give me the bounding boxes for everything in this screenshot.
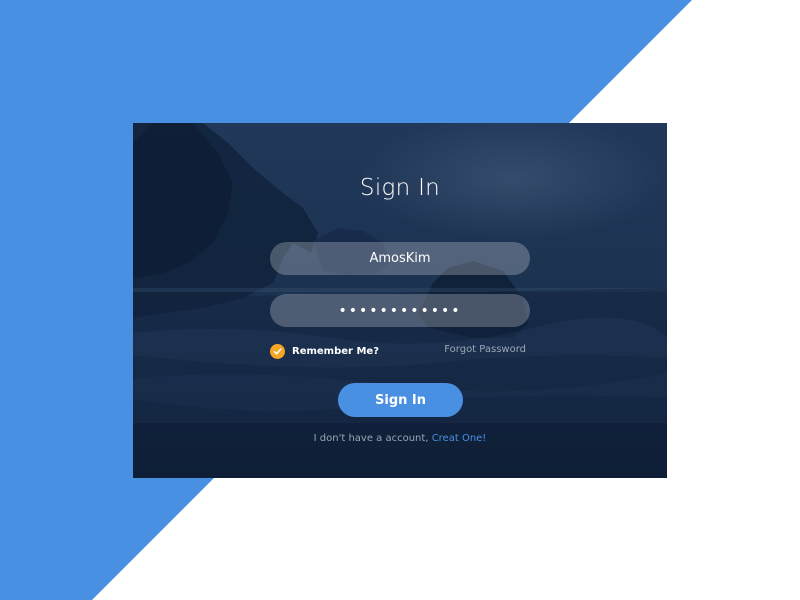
- checkmark-icon: [270, 343, 285, 359]
- username-field[interactable]: [270, 242, 530, 275]
- page-title: Sign In: [359, 175, 441, 201]
- signup-prompt: I don't have a account, Creat One!: [133, 433, 667, 444]
- remember-me-label: Remember Me?: [292, 345, 379, 357]
- forgot-password-link[interactable]: Forgot Password: [444, 344, 526, 355]
- signup-prompt-text: I don't have a account,: [313, 433, 429, 444]
- create-account-link[interactable]: Creat One!: [432, 433, 487, 444]
- login-card: Sign In Remember Me? Forgot Password Sig…: [133, 123, 667, 478]
- page-background: Sign In Remember Me? Forgot Password Sig…: [0, 0, 800, 600]
- remember-me-checkbox[interactable]: Remember Me?: [270, 343, 379, 359]
- password-field[interactable]: [270, 294, 530, 327]
- sign-in-button[interactable]: Sign In: [338, 383, 463, 417]
